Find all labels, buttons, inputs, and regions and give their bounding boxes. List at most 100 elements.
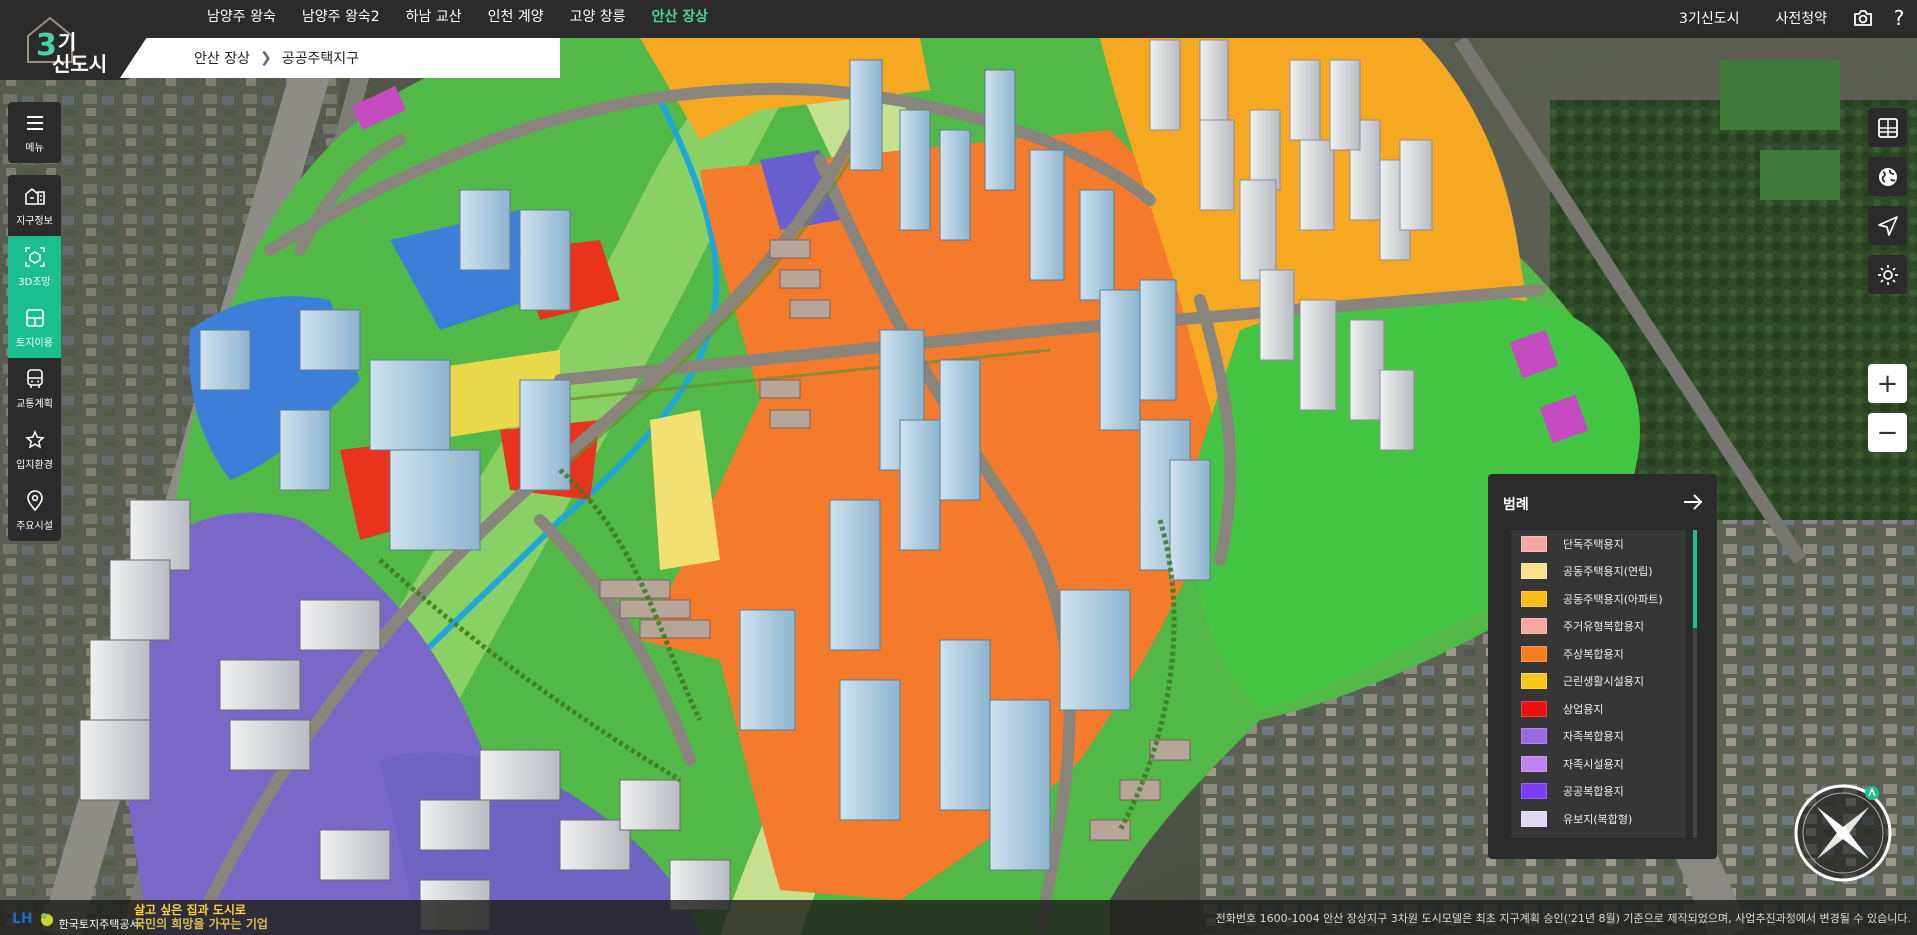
sidebar-item-label: 지구정보 bbox=[16, 215, 53, 227]
nav-item-district[interactable]: 하남 교산 bbox=[393, 0, 475, 35]
compass-widget[interactable] bbox=[1792, 782, 1894, 884]
legend-swatch bbox=[1521, 563, 1547, 580]
top-right-menu: 3기신도시 사전청약 ? bbox=[1661, 0, 1917, 35]
legend-scrollbar[interactable] bbox=[1693, 530, 1697, 838]
legend-item: 상업용지 bbox=[1511, 695, 1686, 723]
sidebar-item-district-info[interactable]: 지구정보 bbox=[8, 175, 61, 236]
zoom-out-button[interactable]: − bbox=[1868, 413, 1907, 452]
legend-item: 공동주택용지(연립) bbox=[1511, 558, 1686, 586]
legend-swatch bbox=[1521, 700, 1547, 717]
legend-item: 유보지(복합형) bbox=[1511, 805, 1686, 833]
legend-swatch bbox=[1521, 535, 1547, 552]
brightness-icon[interactable] bbox=[1868, 255, 1907, 294]
compass-icon bbox=[1794, 784, 1892, 882]
sidebar-item-label: 메뉴 bbox=[25, 142, 44, 154]
legend-label: 자족시설용지 bbox=[1563, 757, 1624, 771]
sidebar-item-3d-view[interactable]: 3D조망 bbox=[8, 236, 61, 297]
legend-swatch bbox=[1521, 810, 1547, 827]
link-3rd-newtown[interactable]: 3기신도시 bbox=[1661, 8, 1757, 28]
legend-title: 범례 bbox=[1503, 497, 1529, 513]
legend-item: 근린생활시설용지 bbox=[1511, 668, 1686, 696]
link-pre-subscription[interactable]: 사전청약 bbox=[1757, 8, 1845, 28]
nav-item-district[interactable]: 안산 장상 bbox=[639, 0, 721, 35]
legend-label: 주상복합용지 bbox=[1563, 647, 1624, 661]
sidebar-item-facilities[interactable]: 주요시설 bbox=[8, 480, 61, 541]
legend-item: 자족복합용지 bbox=[1511, 723, 1686, 751]
legend-label: 공동주택용지(아파트) bbox=[1563, 592, 1663, 606]
camera-icon[interactable] bbox=[1845, 9, 1881, 27]
logo-text-bottom: 신도시 bbox=[52, 52, 108, 76]
breadcrumb: 안산 장상 ❯ 공공주택지구 bbox=[194, 38, 359, 78]
legend-swatch bbox=[1521, 645, 1547, 662]
sidebar-group-menu: 메뉴 bbox=[8, 102, 61, 163]
bus-icon bbox=[24, 368, 46, 390]
sidebar-item-transport[interactable]: 교통계획 bbox=[8, 358, 61, 419]
legend-item: 공동주택용지(아파트) bbox=[1511, 585, 1686, 613]
legend-item: 공공복합용지 bbox=[1511, 778, 1686, 806]
nav-item-district[interactable]: 남양주 왕숙2 bbox=[289, 0, 393, 35]
app-window: 3 기 신도시 남양주 왕숙 남양주 왕숙2 하남 교산 인천 계양 고양 창릉 안산 장… bbox=[0, 0, 1917, 935]
menu-icon bbox=[24, 112, 46, 134]
slogan: 살고 싶은 집과 도시로 국민의 희망을 가꾸는 기업 bbox=[134, 903, 268, 931]
app-logo[interactable]: 3 기 신도시 bbox=[22, 14, 112, 76]
legend-swatch bbox=[1521, 673, 1547, 690]
slogan-line-1: 살고 싶은 집과 도시로 bbox=[134, 903, 246, 917]
legend-swatch bbox=[1521, 590, 1547, 607]
legend-label: 근린생활시설용지 bbox=[1563, 675, 1644, 689]
district-nav: 남양주 왕숙 남양주 왕숙2 하남 교산 인천 계양 고양 창릉 안산 장상 bbox=[194, 0, 721, 35]
legend-label: 자족복합용지 bbox=[1563, 730, 1624, 744]
location-pin-icon bbox=[24, 489, 46, 512]
left-sidebar: 메뉴 지구정보 3D조망 토지이용 교통계획 입지환경 주요시설 bbox=[8, 102, 61, 553]
nav-item-district[interactable]: 남양주 왕숙 bbox=[194, 0, 289, 35]
footer-bar: LH 한국토지주택공사 살고 싶은 집과 도시로 국민의 희망을 가꾸는 기업 … bbox=[0, 900, 1917, 935]
zoom-controls: + − bbox=[1868, 364, 1907, 462]
lh-emblem-icon bbox=[40, 913, 53, 926]
land-use-icon bbox=[24, 307, 46, 329]
district-info-icon bbox=[24, 185, 46, 207]
legend-item: 주상복합용지 bbox=[1511, 640, 1686, 668]
send-icon[interactable] bbox=[1868, 206, 1907, 245]
zoom-in-button[interactable]: + bbox=[1868, 364, 1907, 403]
breadcrumb-district[interactable]: 안산 장상 bbox=[194, 48, 250, 68]
legend-item: 자족시설용지 bbox=[1511, 750, 1686, 778]
sidebar-group-main: 지구정보 3D조망 토지이용 교통계획 입지환경 주요시설 bbox=[8, 175, 61, 541]
layers-grid-icon[interactable] bbox=[1868, 108, 1907, 147]
legend-label: 상업용지 bbox=[1563, 702, 1604, 716]
star-icon bbox=[24, 429, 46, 451]
legend-item: 주거유형복합용지 bbox=[1511, 613, 1686, 641]
nav-item-district[interactable]: 고양 창릉 bbox=[557, 0, 639, 35]
sidebar-item-land-use[interactable]: 토지이용 bbox=[8, 297, 61, 358]
sidebar-item-menu[interactable]: 메뉴 bbox=[8, 102, 61, 163]
help-icon[interactable]: ? bbox=[1881, 6, 1917, 30]
legend-label: 유보지(복합형) bbox=[1563, 812, 1633, 826]
legend-label: 주거유형복합용지 bbox=[1563, 620, 1644, 634]
sidebar-item-label: 주요시설 bbox=[16, 520, 53, 532]
legend-label: 공공복합용지 bbox=[1563, 785, 1624, 799]
sidebar-item-label: 입지환경 bbox=[16, 459, 53, 471]
disclaimer-notice: 전화번호 1600-1004 안산 장상지구 3차원 도시모델은 최초 지구계획… bbox=[1215, 912, 1911, 925]
sidebar-item-label: 3D조망 bbox=[18, 276, 51, 288]
lh-logo: LH 한국토지주택공사 bbox=[12, 906, 140, 932]
arrow-right-icon[interactable] bbox=[1681, 490, 1705, 514]
nav-item-district[interactable]: 인천 계양 bbox=[475, 0, 557, 35]
legend-swatch bbox=[1521, 618, 1547, 635]
view-3d-icon bbox=[24, 246, 46, 268]
right-toolbar bbox=[1868, 108, 1907, 304]
legend-swatch bbox=[1521, 783, 1547, 800]
sidebar-item-label: 토지이용 bbox=[16, 337, 53, 349]
legend-label: 공동주택용지(연립) bbox=[1563, 565, 1653, 579]
legend-list[interactable]: 단독주택용지공동주택용지(연립) 공동주택용지(아파트) 주거유형복합용지주상복합용… bbox=[1511, 530, 1686, 838]
chevron-right-icon: ❯ bbox=[259, 50, 272, 66]
legend-label: 단독주택용지 bbox=[1563, 537, 1624, 551]
legend-item: 단독주택용지 bbox=[1511, 530, 1686, 558]
lh-mark: LH bbox=[12, 911, 33, 927]
legend-swatch bbox=[1521, 728, 1547, 745]
legend-scroll-thumb[interactable] bbox=[1693, 530, 1697, 628]
breadcrumb-sub: 공공주택지구 bbox=[281, 51, 359, 67]
lh-company-name: 한국토지주택공사 bbox=[58, 918, 140, 931]
legend-panel: 범례 단독주택용지공동주택용지(연립) 공동주택용지(아파트) 주거유형복합용지주상… bbox=[1488, 474, 1717, 859]
legend-swatch bbox=[1521, 755, 1547, 772]
sidebar-item-label: 교통계획 bbox=[16, 398, 53, 410]
globe-icon[interactable] bbox=[1868, 157, 1907, 196]
sidebar-item-location[interactable]: 입지환경 bbox=[8, 419, 61, 480]
